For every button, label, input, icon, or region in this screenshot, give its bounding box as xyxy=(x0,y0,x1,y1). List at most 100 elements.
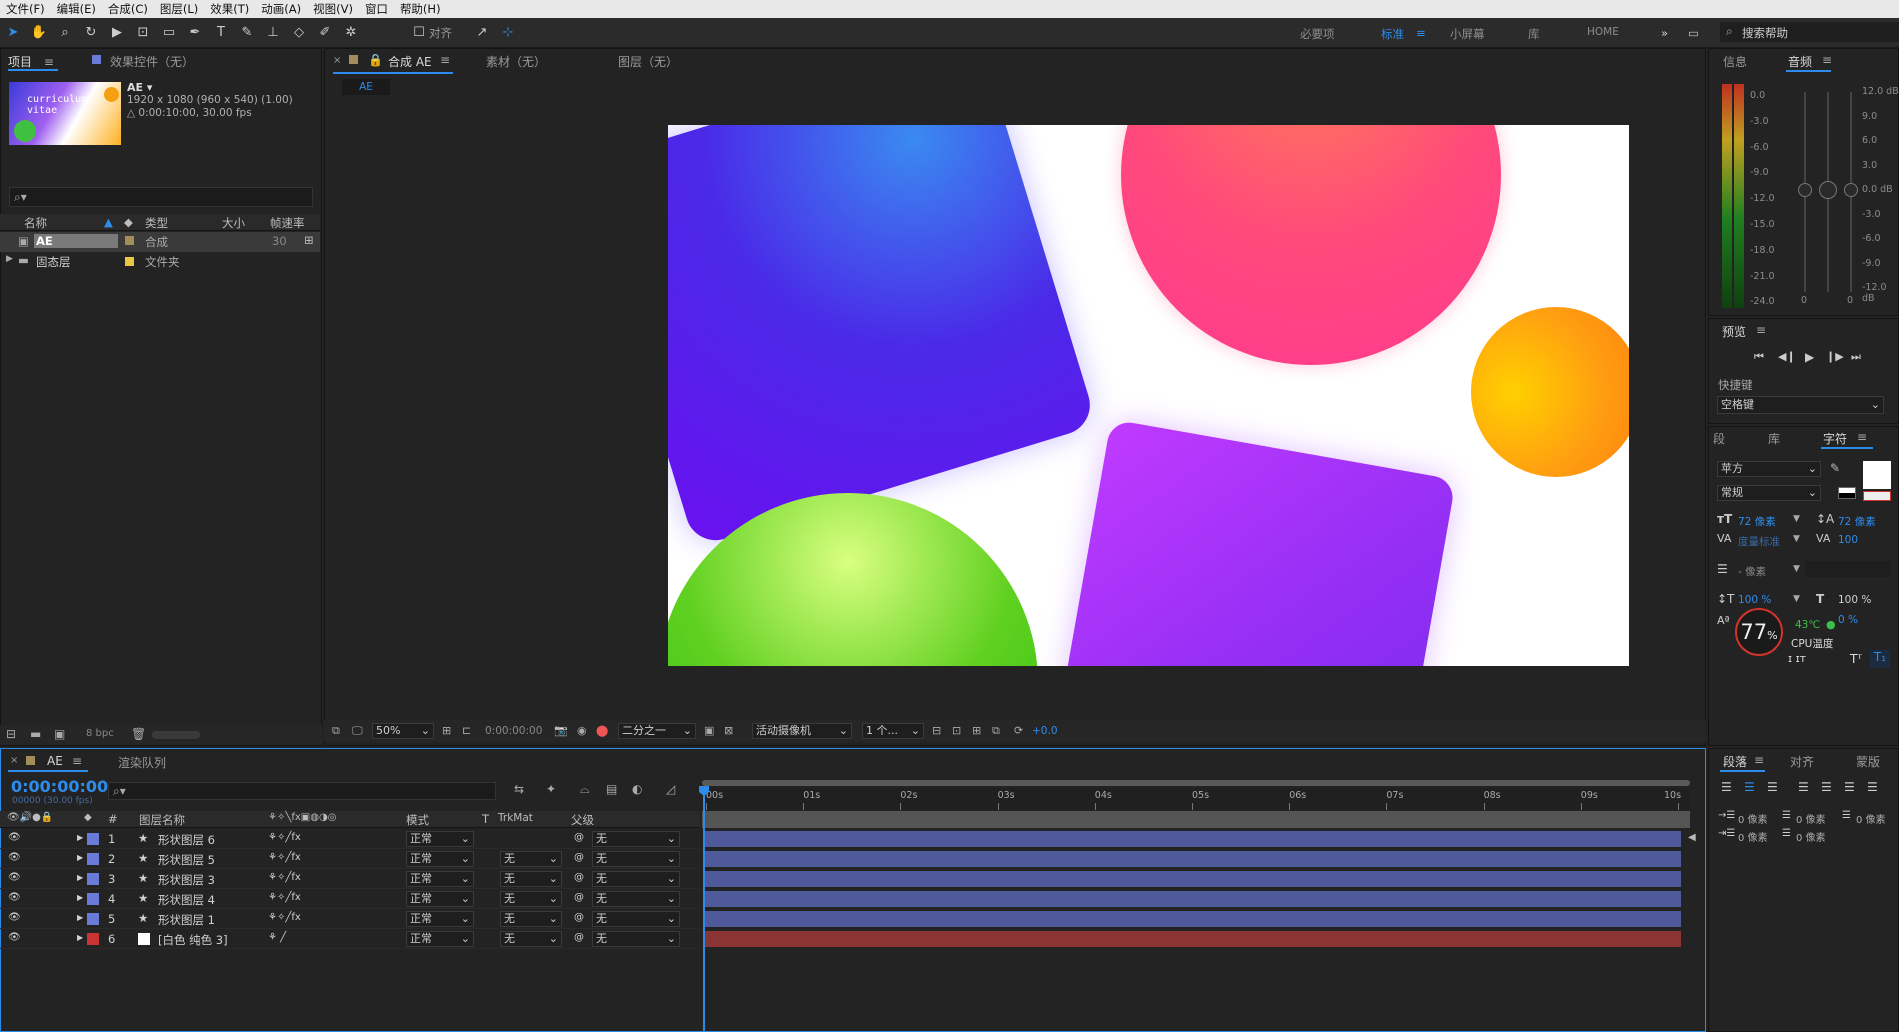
menu-file[interactable]: 文件(F) xyxy=(0,1,51,17)
align-checkbox-icon[interactable]: ☐ xyxy=(412,23,426,43)
layer-name[interactable]: 形状图层 4 xyxy=(158,892,215,908)
first-frame-icon[interactable]: ⏮ xyxy=(1754,350,1764,364)
comp-navigator-tab[interactable]: AE xyxy=(342,79,390,95)
graph-editor-icon[interactable]: ◿ xyxy=(666,782,675,796)
vscale-dropdown-icon[interactable]: ▼ xyxy=(1793,594,1800,604)
layer-search-input[interactable]: ⌕▾ xyxy=(108,782,496,800)
snapshot-icon[interactable]: 📷 xyxy=(554,724,568,737)
play-icon[interactable]: ▶ xyxy=(1805,350,1814,364)
sort-ascending-icon[interactable]: ▲ xyxy=(104,215,113,229)
layer-tab[interactable]: 图层（无） xyxy=(618,53,678,70)
label-color-swatch[interactable] xyxy=(125,257,134,266)
rotate-tool-icon[interactable]: ↻ xyxy=(81,23,101,43)
layer-duration-bar[interactable] xyxy=(705,911,1681,927)
menu-window[interactable]: 窗口 xyxy=(359,1,394,17)
info-tab[interactable]: 信息 xyxy=(1723,53,1747,70)
kerning-value[interactable]: 度量标准 xyxy=(1738,534,1780,549)
workspace-standard[interactable]: 标准 xyxy=(1381,26,1404,42)
brush-tool-icon[interactable]: ✎ xyxy=(237,23,257,43)
space-before-value[interactable]: 0 像素 xyxy=(1738,829,1768,844)
switch-icons[interactable]: ⚘✧╱fx xyxy=(268,892,301,903)
audio-slider-knob-right[interactable] xyxy=(1844,183,1858,197)
project-item-row[interactable]: ▣ AE 合成 30 ⊞ xyxy=(0,232,320,252)
switch-icons[interactable]: ⚘✧╱fx xyxy=(268,832,301,843)
blend-mode-select[interactable]: 正常 ⌄ xyxy=(406,931,474,947)
space-after-value[interactable]: 0 像素 xyxy=(1796,829,1826,844)
col-mode[interactable]: 模式 xyxy=(406,812,429,828)
search-help-field[interactable]: ⌕ 搜索帮助 xyxy=(1720,22,1899,42)
parent-select[interactable]: 无 ⌄ xyxy=(592,931,680,947)
vertical-scale-value[interactable]: 100 % xyxy=(1738,594,1771,606)
expand-arrow-icon[interactable]: ▶ xyxy=(77,893,83,902)
pen-tool-icon[interactable]: ✒ xyxy=(185,23,205,43)
layer-color-swatch[interactable] xyxy=(87,933,99,945)
stroke-color-swatch[interactable] xyxy=(1838,487,1856,499)
justify-all-icon[interactable]: ☰ xyxy=(1867,780,1878,794)
hand-tool-icon[interactable]: ✋ xyxy=(29,23,49,43)
snap-options-icon[interactable]: ⊹ xyxy=(498,23,518,43)
character-tab[interactable]: 字符 xyxy=(1823,430,1847,447)
color-channels-icon[interactable]: ⬤ xyxy=(596,724,608,737)
horizontal-scale-value[interactable]: 100 % xyxy=(1838,594,1871,606)
parent-select[interactable]: 无 ⌄ xyxy=(592,831,680,847)
eye-icon[interactable]: 👁 xyxy=(8,912,21,923)
layer-row[interactable]: 👁 ▶ 6 [白色 纯色 3] ⚘ ╱ 正常 ⌄ 无 ⌄ @ 无 ⌄ xyxy=(0,929,700,949)
parent-select[interactable]: 无 ⌄ xyxy=(592,911,680,927)
layer-color-swatch[interactable] xyxy=(87,873,99,885)
col-size[interactable]: 大小 xyxy=(222,215,245,231)
baseline-value[interactable]: 0 % xyxy=(1838,614,1858,626)
comp-button-icon[interactable]: ◀ xyxy=(1688,832,1696,843)
workspace-home[interactable]: HOME xyxy=(1587,26,1619,38)
font-family-select[interactable]: 苹方 ⌄ xyxy=(1717,461,1821,477)
col-layer-name[interactable]: 图层名称 xyxy=(139,812,185,828)
panel-menu-icon[interactable]: ≡ xyxy=(1822,53,1832,67)
panel-menu-icon[interactable]: ≡ xyxy=(44,55,54,69)
switch-icons[interactable]: ⚘✧╱fx xyxy=(268,852,301,863)
trkmat-select[interactable]: 无 ⌄ xyxy=(500,851,562,867)
puppet-tool-icon[interactable]: ✲ xyxy=(341,23,361,43)
timeline-icon[interactable]: ⊞ xyxy=(972,724,981,737)
layer-row[interactable]: 👁 ▶ 3 ★ 形状图层 3 ⚘✧╱fx 正常 ⌄ 无 ⌄ @ 无 ⌄ xyxy=(0,869,700,889)
parent-select[interactable]: 无 ⌄ xyxy=(592,871,680,887)
expand-arrow-icon[interactable]: ▶ xyxy=(77,873,83,882)
layer-name[interactable]: 形状图层 5 xyxy=(158,852,215,868)
selection-tool-icon[interactable]: ➤ xyxy=(3,23,23,43)
workspace-small-screen[interactable]: 小屏幕 xyxy=(1450,26,1485,42)
no-stroke-icon[interactable] xyxy=(1863,491,1891,501)
subscript-icon[interactable]: T₁ xyxy=(1870,650,1890,668)
layer-duration-bar[interactable] xyxy=(705,891,1681,907)
align-left-icon[interactable]: ☰ xyxy=(1721,780,1732,794)
zoom-select[interactable]: 50% ⌄ xyxy=(372,723,434,739)
font-size-dropdown-icon[interactable]: ▼ xyxy=(1793,514,1800,524)
expand-arrow-icon[interactable]: ▶ xyxy=(77,833,83,842)
blend-mode-select[interactable]: 正常 ⌄ xyxy=(406,851,474,867)
menu-layer[interactable]: 图层(L) xyxy=(154,1,204,17)
last-frame-icon[interactable]: ⏭ xyxy=(1851,350,1861,364)
leading-value[interactable]: 72 像素 xyxy=(1838,514,1876,529)
switch-icons[interactable]: ⚘✧╱fx xyxy=(268,912,301,923)
panel-menu-icon[interactable]: ≡ xyxy=(440,53,450,67)
reset-exposure-icon[interactable]: ⟳ xyxy=(1014,724,1023,737)
col-type[interactable]: 类型 xyxy=(145,215,168,231)
fast-previews-icon[interactable]: ⊡ xyxy=(952,724,961,737)
label-color-swatch[interactable] xyxy=(125,236,134,245)
indent-first-value[interactable]: 0 像素 xyxy=(1796,811,1826,826)
switch-icons[interactable]: ⚘ ╱ xyxy=(268,932,286,943)
layer-name[interactable]: 形状图层 1 xyxy=(158,912,215,928)
eraser-tool-icon[interactable]: ◇ xyxy=(289,23,309,43)
parent-select[interactable]: 无 ⌄ xyxy=(592,891,680,907)
indent-left-value[interactable]: 0 像素 xyxy=(1738,811,1768,826)
layer-color-swatch[interactable] xyxy=(87,853,99,865)
panel-menu-icon[interactable]: ≡ xyxy=(72,754,82,768)
libraries-tab[interactable]: 库 xyxy=(1768,430,1780,447)
keyboard-icon[interactable]: ▭ xyxy=(1688,26,1699,40)
render-queue-tab[interactable]: 渲染队列 xyxy=(118,754,166,771)
paragraph-tab[interactable]: 段落 xyxy=(1723,753,1747,770)
workspace-menu-icon[interactable]: ≡ xyxy=(1416,26,1426,40)
pickwhip-icon[interactable]: @ xyxy=(574,932,584,943)
footage-tab[interactable]: 素材（无） xyxy=(486,53,546,70)
comp-mini-flowchart-icon[interactable]: ⇆ xyxy=(514,782,524,796)
close-tab-icon[interactable]: × xyxy=(333,55,341,66)
shortcut-select[interactable]: 空格键 ⌄ xyxy=(1717,396,1884,414)
panel-menu-icon[interactable]: ≡ xyxy=(1754,753,1764,767)
